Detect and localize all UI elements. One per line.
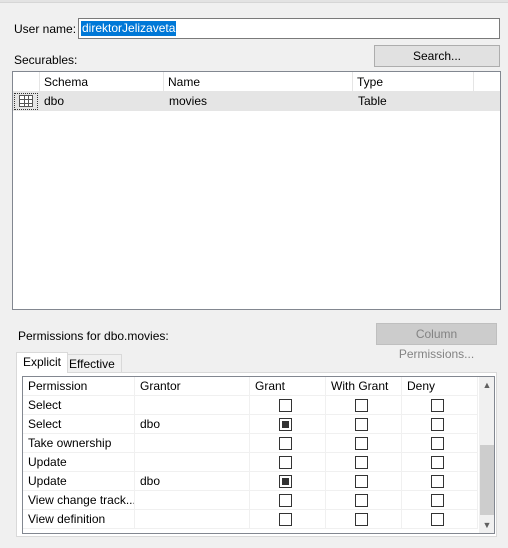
permission-row[interactable]: View definition <box>23 510 478 529</box>
table-icon <box>19 95 33 107</box>
grant-checkbox[interactable] <box>279 475 292 488</box>
with-grant-checkbox[interactable] <box>355 513 368 526</box>
permission-grantor: dbo <box>135 415 250 434</box>
scroll-down-icon[interactable]: ▼ <box>479 517 494 533</box>
column-header-schema[interactable]: Schema <box>40 72 164 92</box>
permission-grantor <box>135 434 250 453</box>
row-header-column <box>13 72 40 92</box>
permission-name: Select <box>23 415 135 434</box>
permission-row[interactable]: Select dbo <box>23 415 478 434</box>
deny-checkbox[interactable] <box>431 437 444 450</box>
securables-grid-header: Schema Name Type <box>13 72 500 92</box>
column-header-with-grant[interactable]: With Grant <box>326 377 402 396</box>
permission-grantor <box>135 453 250 472</box>
top-border <box>0 0 508 3</box>
column-header-type[interactable]: Type <box>353 72 474 92</box>
permission-name: Update <box>23 472 135 491</box>
column-header-grant[interactable]: Grant <box>250 377 326 396</box>
deny-checkbox[interactable] <box>431 399 444 412</box>
permission-name: Update <box>23 453 135 472</box>
vertical-scrollbar[interactable]: ▲ ▼ <box>479 377 494 533</box>
permission-grantor <box>135 491 250 510</box>
deny-checkbox[interactable] <box>431 513 444 526</box>
permission-grantor: dbo <box>135 472 250 491</box>
deny-checkbox[interactable] <box>431 475 444 488</box>
grant-checkbox[interactable] <box>279 437 292 450</box>
with-grant-checkbox[interactable] <box>355 418 368 431</box>
user-name-label: User name: <box>14 22 77 36</box>
grant-checkbox[interactable] <box>279 513 292 526</box>
permission-name: Take ownership <box>23 434 135 453</box>
user-name-value: direktorJelizaveta <box>81 21 177 36</box>
permission-name: Select <box>23 396 135 415</box>
permissions-grid[interactable]: Permission Grantor Grant With Grant Deny… <box>22 376 495 534</box>
permission-row[interactable]: Select <box>23 396 478 415</box>
deny-checkbox[interactable] <box>431 494 444 507</box>
permission-grantor <box>135 396 250 415</box>
permission-name: View change track... <box>23 491 135 510</box>
permission-row[interactable]: Update dbo <box>23 472 478 491</box>
tab-effective[interactable]: Effective <box>62 354 122 374</box>
securable-row[interactable]: dbo movies Table <box>13 92 500 111</box>
grant-checkbox[interactable] <box>279 399 292 412</box>
securable-name: movies <box>169 94 208 108</box>
column-header-deny[interactable]: Deny <box>402 377 478 396</box>
permission-name: View definition <box>23 510 135 529</box>
tab-explicit[interactable]: Explicit <box>16 352 69 373</box>
column-header-grantor[interactable]: Grantor <box>135 377 250 396</box>
with-grant-checkbox[interactable] <box>355 399 368 412</box>
permission-grantor <box>135 510 250 529</box>
deny-checkbox[interactable] <box>431 418 444 431</box>
column-header-name[interactable]: Name <box>164 72 353 92</box>
with-grant-checkbox[interactable] <box>355 494 368 507</box>
search-button[interactable]: Search... <box>374 45 500 67</box>
with-grant-checkbox[interactable] <box>355 437 368 450</box>
permissions-label: Permissions for dbo.movies: <box>18 329 169 343</box>
securables-label: Securables: <box>14 53 78 67</box>
permissions-header: Permission Grantor Grant With Grant Deny <box>23 377 478 396</box>
permission-row[interactable]: Take ownership <box>23 434 478 453</box>
with-grant-checkbox[interactable] <box>355 475 368 488</box>
securable-schema: dbo <box>44 94 65 108</box>
permission-row[interactable]: Update <box>23 453 478 472</box>
permissions-panel: Permission Grantor Grant With Grant Deny… <box>16 372 497 537</box>
user-name-field[interactable]: direktorJelizaveta <box>78 18 500 39</box>
securables-grid[interactable]: Schema Name Type dbo movies Table <box>12 71 501 310</box>
permission-row[interactable]: View change track... <box>23 491 478 510</box>
with-grant-checkbox[interactable] <box>355 456 368 469</box>
scrollbar-thumb[interactable] <box>480 445 494 515</box>
grant-checkbox[interactable] <box>279 494 292 507</box>
securable-type: Table <box>358 94 387 108</box>
column-permissions-button[interactable]: Column Permissions... <box>376 323 497 361</box>
grant-checkbox[interactable] <box>279 456 292 469</box>
deny-checkbox[interactable] <box>431 456 444 469</box>
grant-checkbox[interactable] <box>279 418 292 431</box>
column-header-permission[interactable]: Permission <box>23 377 135 396</box>
scroll-up-icon[interactable]: ▲ <box>479 377 494 393</box>
